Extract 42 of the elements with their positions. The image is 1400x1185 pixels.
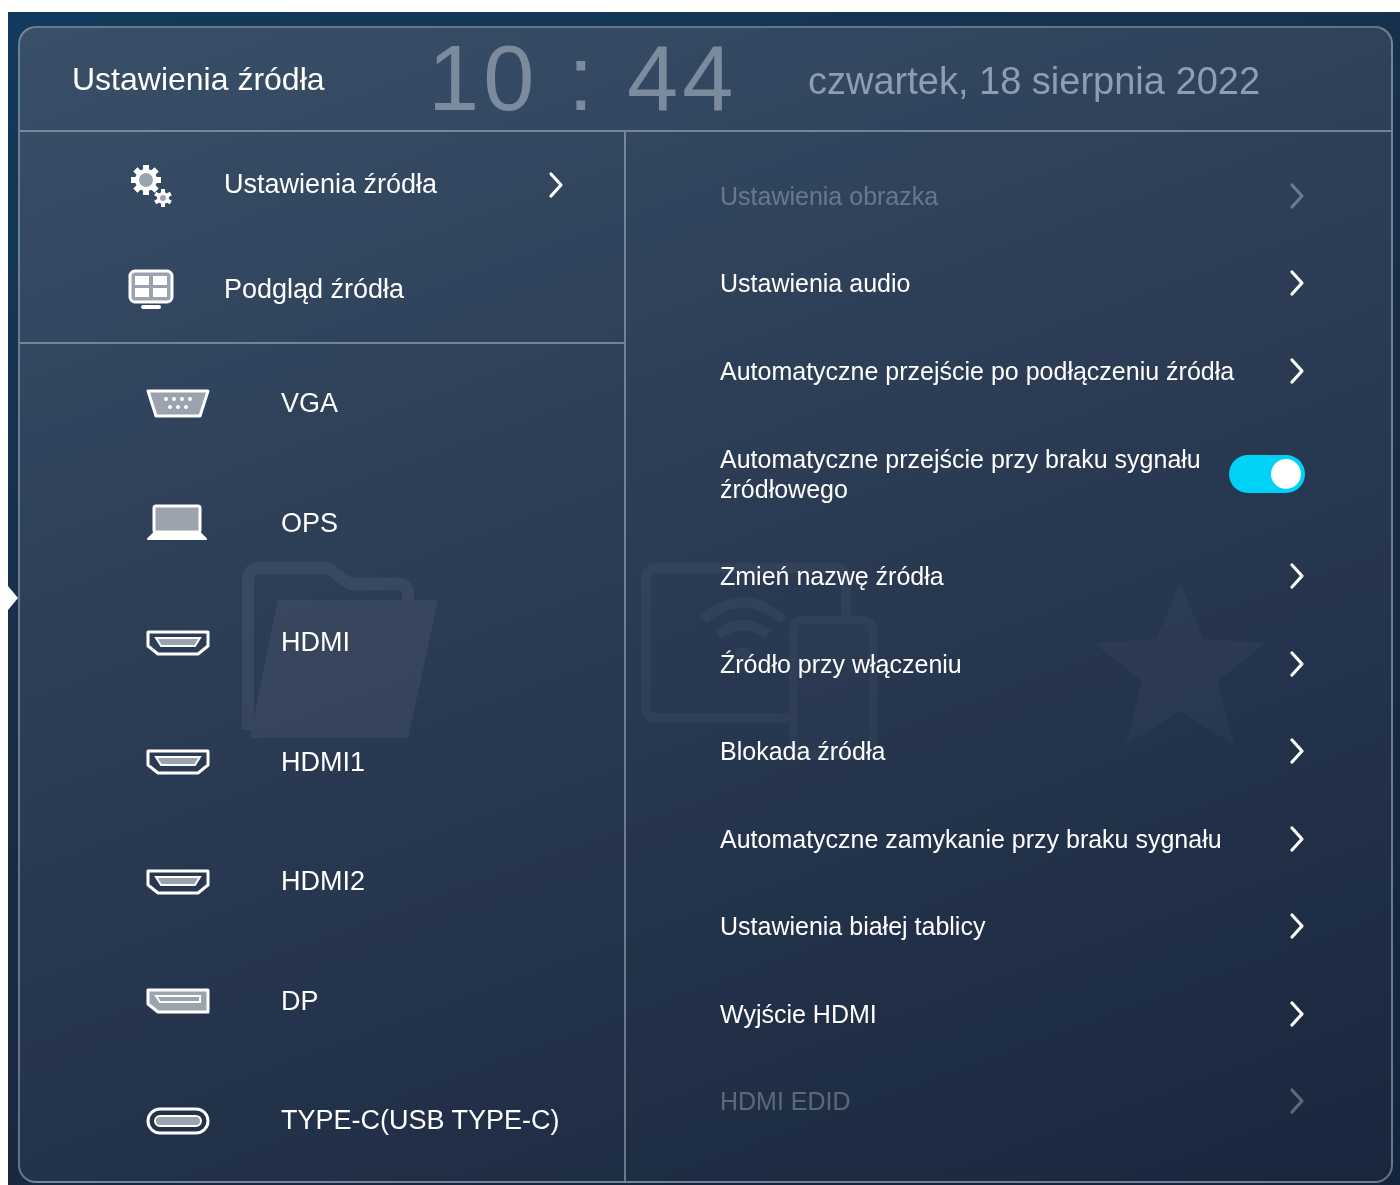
- panel-title: Ustawienia źródła: [72, 60, 325, 98]
- chevron-right-icon: [1289, 562, 1305, 591]
- setting-item[interactable]: Automatyczne przejście po podłączeniu źródła: [720, 355, 1235, 386]
- setting-item[interactable]: Automatyczne zamykanie przy braku sygnału: [720, 823, 1222, 854]
- hdmi-port-icon: [146, 628, 210, 657]
- vga-port-icon: [146, 388, 210, 419]
- setting-label: Automatyczne przejście przy braku sygnału źródłowego: [720, 443, 1202, 504]
- hdmi-port-icon: [146, 748, 210, 777]
- displayport-icon: [146, 987, 210, 1016]
- chevron-right-icon: [1289, 181, 1305, 210]
- chevron-right-icon: [1289, 737, 1305, 766]
- setting-item[interactable]: Wyjście HDMI: [720, 998, 877, 1029]
- source-item[interactable]: TYPE-C(USB TYPE-C): [281, 1105, 624, 1137]
- chevron-right-icon: [1289, 356, 1305, 385]
- chevron-right-icon: [548, 170, 564, 199]
- clock-text: 10 : 44: [428, 32, 738, 124]
- source-item[interactable]: VGA: [281, 388, 624, 420]
- source-item[interactable]: HDMI1: [281, 746, 624, 778]
- chevron-right-icon: [1289, 824, 1305, 853]
- setting-item[interactable]: Ustawienia audio: [720, 268, 911, 299]
- source-item[interactable]: OPS: [281, 507, 624, 539]
- laptop-icon: [146, 504, 208, 543]
- setting-item[interactable]: Ustawienia białej tablicy: [720, 911, 986, 942]
- chevron-right-icon: [1289, 649, 1305, 678]
- menu-item[interactable]: Ustawienia źródła: [224, 169, 548, 200]
- chevron-right-icon: [1289, 999, 1305, 1028]
- toggle-switch[interactable]: [1229, 454, 1305, 493]
- usb-c-port-icon: [146, 1106, 210, 1135]
- setting-item[interactable]: Zmień nazwę źródła: [720, 561, 944, 592]
- side-handle-icon[interactable]: [8, 584, 20, 612]
- source-item[interactable]: DP: [281, 985, 624, 1017]
- chevron-right-icon: [1289, 269, 1305, 298]
- chevron-right-icon: [1289, 1087, 1305, 1116]
- setting-item[interactable]: Blokada źródła: [720, 736, 886, 767]
- preview-grid-icon: [128, 268, 174, 311]
- date-text: czwartek, 18 sierpnia 2022: [808, 62, 1261, 100]
- chevron-right-icon: [1289, 912, 1305, 941]
- setting-item[interactable]: Źródło przy włączeniu: [720, 648, 962, 679]
- menu-item[interactable]: Podgląd źródła: [224, 274, 624, 305]
- hdmi-port-icon: [146, 867, 210, 896]
- source-item[interactable]: HDMI: [281, 627, 624, 659]
- source-item[interactable]: HDMI2: [281, 866, 624, 898]
